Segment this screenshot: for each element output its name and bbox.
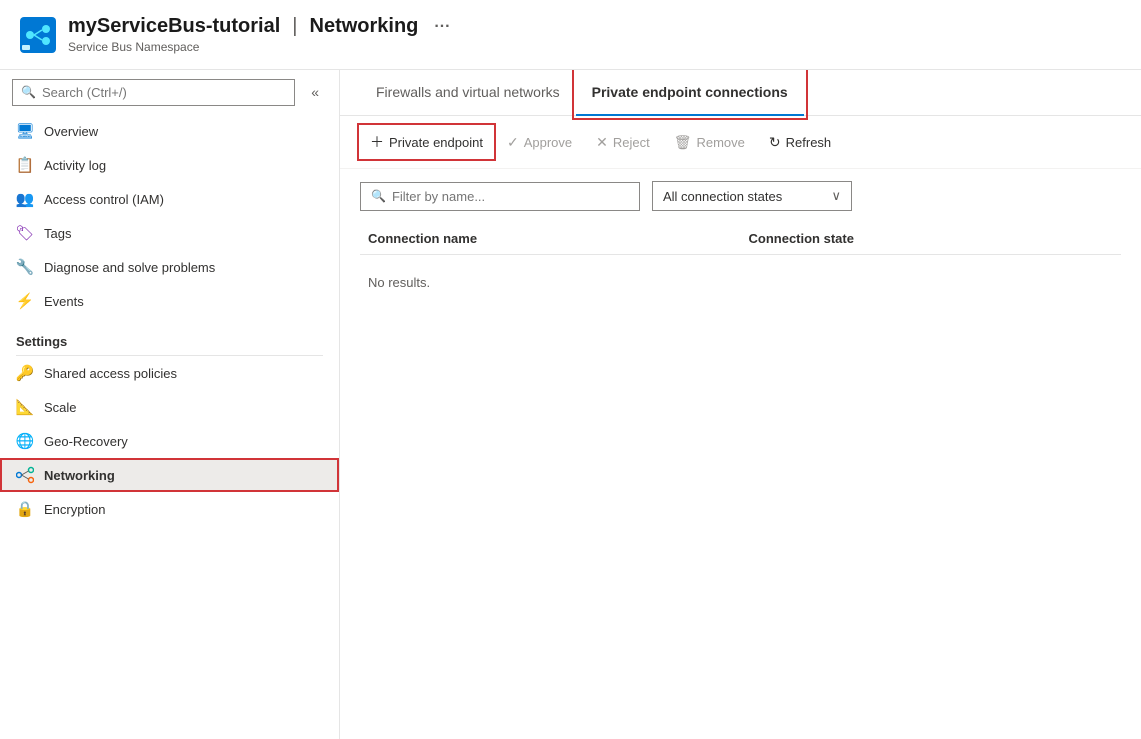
sidebar-item-activity-log[interactable]: 📋 Activity log bbox=[0, 148, 339, 182]
events-icon: ⚡ bbox=[16, 292, 34, 310]
scale-icon: 📐 bbox=[16, 398, 34, 416]
header-title-row: myServiceBus-tutorial | Networking ··· bbox=[68, 15, 450, 38]
sidebar-navigation: 🖥 Overview 📋 Activity log 👥 Access contr… bbox=[0, 114, 339, 739]
results-table: Connection name Connection state No resu… bbox=[340, 223, 1141, 310]
sidebar-item-label: Encryption bbox=[44, 502, 105, 517]
tab-label: Private endpoint connections bbox=[592, 84, 788, 100]
sidebar-item-label: Diagnose and solve problems bbox=[44, 260, 215, 275]
table-header: Connection name Connection state bbox=[360, 223, 1121, 255]
tab-label: Firewalls and virtual networks bbox=[376, 84, 560, 100]
sidebar-item-label: Tags bbox=[44, 226, 71, 241]
sidebar-item-label: Overview bbox=[44, 124, 98, 139]
search-icon: 🔍 bbox=[21, 85, 36, 99]
geo-recovery-icon: 🌐 bbox=[16, 432, 34, 450]
plus-icon: ＋ bbox=[370, 132, 384, 152]
tabs-bar: Firewalls and virtual networks Private e… bbox=[340, 70, 1141, 116]
refresh-label: Refresh bbox=[786, 135, 832, 150]
toolbar: ＋ Private endpoint ✓ Approve ✕ Reject 🗑 … bbox=[340, 116, 1141, 169]
add-label: Private endpoint bbox=[389, 135, 483, 150]
sidebar-item-label: Shared access policies bbox=[44, 366, 177, 381]
collapse-button[interactable]: « bbox=[303, 78, 327, 106]
sidebar-item-label: Activity log bbox=[44, 158, 106, 173]
sidebar-item-networking[interactable]: Networking bbox=[0, 458, 339, 492]
sidebar-item-tags[interactable]: 🏷 Tags bbox=[0, 216, 339, 250]
shared-access-icon: 🔑 bbox=[16, 364, 34, 382]
filter-search-icon: 🔍 bbox=[371, 189, 386, 203]
settings-section-header: Settings bbox=[0, 318, 339, 355]
networking-icon bbox=[16, 466, 34, 484]
trash-icon: 🗑 bbox=[674, 134, 692, 151]
column-header-name: Connection name bbox=[360, 231, 741, 246]
main-layout: 🔍 « 🖥 Overview 📋 Activity log 👥 Access c… bbox=[0, 70, 1141, 739]
chevron-down-icon: ∨ bbox=[831, 188, 841, 204]
approve-button[interactable]: ✓ Approve bbox=[497, 128, 582, 157]
encryption-icon: 🔒 bbox=[16, 500, 34, 518]
tab-firewalls[interactable]: Firewalls and virtual networks bbox=[360, 70, 576, 116]
sidebar-item-shared-access[interactable]: 🔑 Shared access policies bbox=[0, 356, 339, 390]
x-icon: ✕ bbox=[596, 134, 608, 151]
content-area: Firewalls and virtual networks Private e… bbox=[340, 70, 1141, 739]
sidebar-item-encryption[interactable]: 🔒 Encryption bbox=[0, 492, 339, 526]
iam-icon: 👥 bbox=[16, 190, 34, 208]
sidebar-item-label: Access control (IAM) bbox=[44, 192, 164, 207]
sidebar-item-label: Networking bbox=[44, 468, 115, 483]
add-private-endpoint-button[interactable]: ＋ Private endpoint bbox=[360, 126, 493, 158]
activity-log-icon: 📋 bbox=[16, 156, 34, 174]
connection-state-dropdown[interactable]: All connection states ∨ bbox=[652, 181, 852, 211]
refresh-button[interactable]: ↻ Refresh bbox=[759, 128, 841, 157]
reject-button[interactable]: ✕ Reject bbox=[586, 128, 660, 157]
tags-icon: 🏷 bbox=[16, 224, 34, 242]
sidebar-item-scale[interactable]: 📐 Scale bbox=[0, 390, 339, 424]
reject-label: Reject bbox=[613, 135, 650, 150]
sidebar-item-label: Events bbox=[44, 294, 84, 309]
header-separator: | bbox=[292, 15, 297, 38]
dropdown-label: All connection states bbox=[663, 189, 782, 204]
no-results-message: No results. bbox=[360, 255, 1121, 310]
sidebar-item-events[interactable]: ⚡ Events bbox=[0, 284, 339, 318]
filter-input[interactable] bbox=[392, 189, 629, 204]
overview-icon: 🖥 bbox=[16, 122, 34, 140]
checkmark-icon: ✓ bbox=[507, 134, 519, 151]
filter-box[interactable]: 🔍 bbox=[360, 182, 640, 211]
remove-label: Remove bbox=[696, 135, 744, 150]
remove-button[interactable]: 🗑 Remove bbox=[664, 128, 755, 157]
approve-label: Approve bbox=[524, 135, 572, 150]
diagnose-icon: 🔧 bbox=[16, 258, 34, 276]
sidebar-item-access-control[interactable]: 👥 Access control (IAM) bbox=[0, 182, 339, 216]
sidebar-search-box[interactable]: 🔍 bbox=[12, 79, 295, 106]
header-subtitle: Service Bus Namespace bbox=[68, 40, 450, 54]
sidebar-item-overview[interactable]: 🖥 Overview bbox=[0, 114, 339, 148]
column-header-state: Connection state bbox=[741, 231, 1122, 246]
tab-private-endpoints[interactable]: Private endpoint connections bbox=[576, 70, 804, 116]
header-menu-dots[interactable]: ··· bbox=[434, 18, 450, 36]
page-header: myServiceBus-tutorial | Networking ··· S… bbox=[0, 0, 1141, 70]
sidebar-item-geo-recovery[interactable]: 🌐 Geo-Recovery bbox=[0, 424, 339, 458]
service-bus-icon bbox=[20, 17, 56, 53]
sidebar: 🔍 « 🖥 Overview 📋 Activity log 👥 Access c… bbox=[0, 70, 340, 739]
header-text-block: myServiceBus-tutorial | Networking ··· S… bbox=[68, 15, 450, 54]
sidebar-item-label: Geo-Recovery bbox=[44, 434, 128, 449]
refresh-icon: ↻ bbox=[769, 134, 781, 151]
sidebar-item-label: Scale bbox=[44, 400, 77, 415]
page-name: Networking bbox=[310, 15, 419, 38]
sidebar-item-diagnose[interactable]: 🔧 Diagnose and solve problems bbox=[0, 250, 339, 284]
search-input[interactable] bbox=[42, 85, 286, 100]
filter-row: 🔍 All connection states ∨ bbox=[340, 169, 1141, 223]
resource-name: myServiceBus-tutorial bbox=[68, 15, 280, 38]
